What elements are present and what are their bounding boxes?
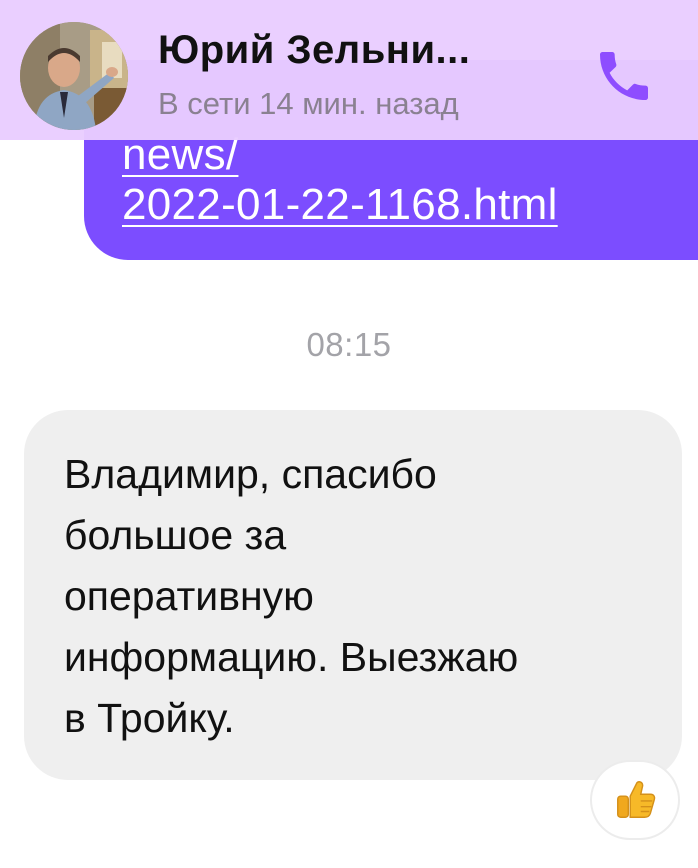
- message-timestamp: 08:15: [306, 326, 392, 363]
- contact-name[interactable]: Юрий Зельни...: [158, 28, 470, 73]
- reaction-badge[interactable]: [592, 762, 678, 838]
- avatar-photo: [20, 22, 128, 130]
- phone-icon: [600, 52, 648, 100]
- message-text-line: в Тройку.: [64, 695, 235, 741]
- incoming-message-bubble[interactable]: Владимир, спасибо большое за оперативную…: [24, 410, 682, 780]
- call-button[interactable]: [582, 34, 666, 118]
- message-text-line: информацию. Выезжаю: [64, 634, 519, 680]
- chat-header: Юрий Зельни... В сети 14 мин. назад: [0, 0, 698, 140]
- contact-status: В сети 14 мин. назад: [158, 86, 459, 121]
- message-text-line: большое за: [64, 512, 287, 558]
- thumbs-up-icon: [617, 781, 656, 818]
- message-link-line-2[interactable]: 2022-01-22-1168.html: [122, 180, 558, 230]
- message-text-line: Владимир, спасибо: [64, 451, 437, 497]
- message-text-line: оперативную: [64, 573, 314, 619]
- contact-avatar[interactable]: [20, 22, 128, 130]
- chat-screen: news/ 2022-01-22-1168.html Юрий Зельни..…: [0, 0, 698, 868]
